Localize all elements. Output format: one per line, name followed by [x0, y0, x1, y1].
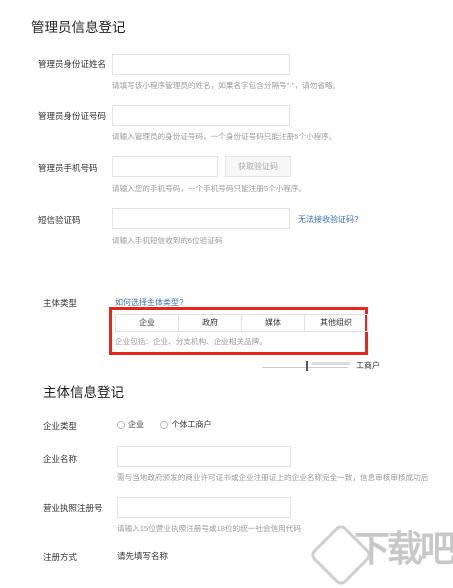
overlap-mark — [306, 361, 308, 371]
admin-name-label: 管理员身份证姓名 — [38, 59, 107, 69]
subject-option-other[interactable]: 其他组织 — [304, 314, 368, 332]
subject-section-title: 主体信息登记 — [43, 385, 124, 400]
license-no-hint: 请输入15位营业执照注册号或18位的统一社会信用代码 — [117, 524, 301, 533]
admin-phone-hint: 请输入您的手机号码，一个手机号码只能注册5个小程序。 — [112, 184, 307, 193]
company-name-input[interactable] — [117, 446, 291, 467]
subject-type-label: 主体类型 — [43, 298, 78, 308]
overlap-text: 工商户 — [356, 361, 380, 370]
register-method-label: 注册方式 — [43, 552, 78, 562]
radio-individual[interactable]: 个体工商户 — [160, 416, 211, 433]
subject-option-media[interactable]: 媒体 — [241, 314, 305, 332]
radio-enterprise-label: 企业 — [128, 420, 144, 430]
radio-individual-circle[interactable] — [160, 420, 169, 429]
watermark-logo: 下载吧 — [308, 522, 453, 588]
radio-individual-label: 个体工商户 — [171, 420, 212, 430]
overlap-line — [262, 367, 348, 368]
admin-id-hint: 请输入管理员的身份证号码，一个身份证号码只能注册5个小程序。 — [112, 132, 337, 141]
company-name-hint: 需与当地政府颁发的商业许可证书或企业注册证上的企业名称完全一致，信息审核审核成功… — [117, 473, 429, 482]
cannot-receive-code-link[interactable]: 无法接收验证码? — [298, 214, 358, 225]
overlap-fragment: 工商户 — [262, 361, 382, 371]
admin-phone-label: 管理员手机号码 — [38, 163, 98, 173]
sms-code-label: 短信验证码 — [38, 215, 81, 225]
watermark-text: 下载吧 — [354, 529, 453, 570]
subject-option-government[interactable]: 政府 — [178, 314, 242, 332]
admin-phone-input[interactable] — [112, 156, 218, 177]
admin-section-title: 管理员信息登记 — [31, 20, 126, 35]
license-no-label: 营业执照注册号 — [43, 503, 103, 513]
subject-type-selector: 企业 政府 媒体 其他组织 — [115, 314, 368, 332]
company-name-label: 企业名称 — [43, 454, 78, 464]
overlap-smudge — [312, 362, 350, 365]
subject-type-desc: 企业包括：企业、分支机构、企业相关品牌。 — [115, 337, 267, 346]
admin-name-input[interactable] — [112, 54, 290, 75]
radio-enterprise-circle[interactable] — [117, 420, 125, 429]
sms-code-hint: 请输入手机短信收到的6位验证码 — [112, 236, 223, 245]
get-code-button[interactable]: 获取验证码 — [225, 156, 291, 177]
license-no-input[interactable] — [117, 497, 291, 518]
company-type-label: 企业类型 — [43, 421, 78, 431]
radio-enterprise[interactable]: 企业 — [117, 416, 148, 433]
admin-name-hint: 请填写该小程序管理员的姓名，如果名字包含分隔号"·"，请勿省略。 — [112, 81, 341, 90]
sms-code-input[interactable] — [112, 208, 290, 229]
subject-option-enterprise[interactable]: 企业 — [115, 314, 179, 332]
company-type-radios: 企业 个体工商户 — [117, 416, 211, 434]
register-method-value: 请先填写名称 — [117, 551, 169, 561]
admin-id-input[interactable] — [112, 105, 290, 126]
admin-id-label: 管理员身份证号码 — [38, 111, 107, 121]
